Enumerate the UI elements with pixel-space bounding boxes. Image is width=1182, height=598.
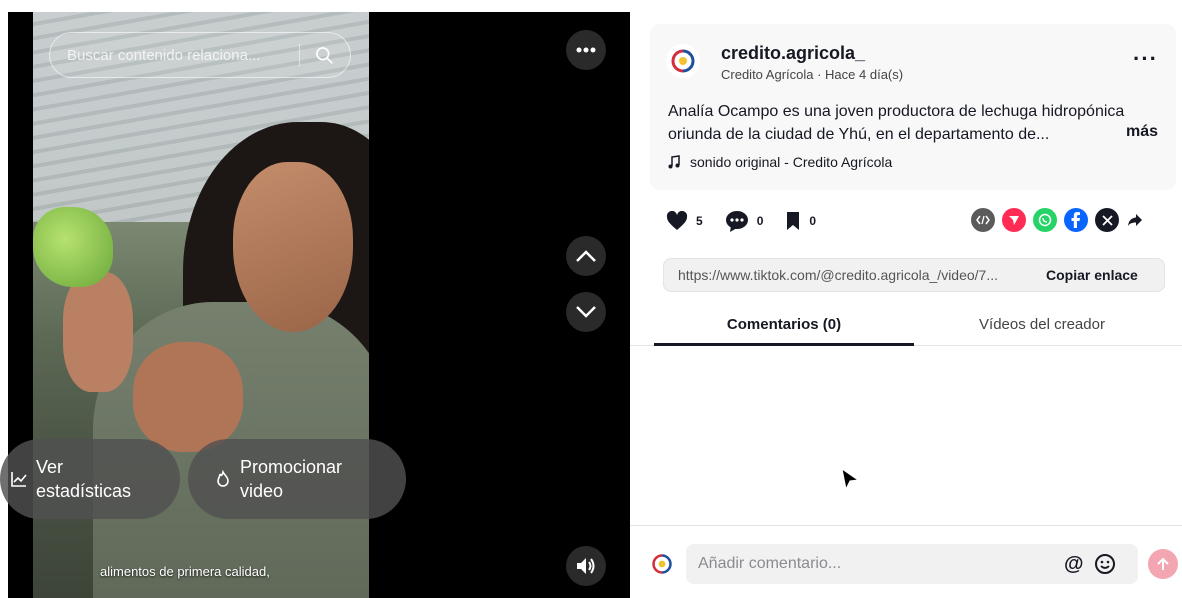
share-arrow-icon[interactable] — [1126, 208, 1144, 232]
chevron-down-icon — [576, 306, 596, 318]
post-info-card: credito.agricola_ Credito Agrícola · Hac… — [650, 24, 1176, 190]
comment-icon — [725, 211, 748, 232]
video-area: Buscar contenido relaciona... Ver estadí… — [0, 0, 630, 598]
logo-icon — [671, 49, 695, 73]
like-button[interactable]: 5 — [666, 211, 703, 231]
comment-input[interactable]: Añadir comentario... @ — [686, 544, 1138, 584]
related-search-input[interactable]: Buscar contenido relaciona... — [49, 32, 351, 78]
post-description: Analía Ocampo es una joven productora de… — [668, 103, 1125, 143]
comment-button[interactable]: 0 — [725, 210, 764, 232]
comment-composer: Añadir comentario... @ — [630, 525, 1182, 598]
tab-creator-videos[interactable]: Vídeos del creador — [912, 316, 1172, 333]
promote-video-button[interactable]: Promocionar video — [188, 439, 406, 519]
volume-button[interactable] — [566, 546, 606, 586]
user-avatar — [647, 549, 677, 579]
video-subtitle: alimentos de primera calidad, — [100, 564, 270, 579]
avatar[interactable] — [666, 44, 700, 78]
tiktok-post-view: Buscar contenido relaciona... Ver estadí… — [0, 0, 1182, 598]
tab-bar: Comentarios (0) Vídeos del creador — [630, 310, 1182, 346]
volume-icon — [577, 558, 595, 574]
post-username[interactable]: credito.agricola_ — [721, 43, 865, 64]
more-icon — [576, 47, 596, 53]
stats-label-line1: Ver — [36, 457, 64, 477]
promote-label-line1: Promocionar — [240, 457, 343, 477]
search-placeholder: Buscar contenido relaciona... — [67, 46, 261, 64]
emoji-icon[interactable] — [1094, 553, 1116, 575]
heart-icon — [666, 211, 688, 230]
mention-button[interactable]: @ — [1064, 553, 1084, 576]
action-bar: 5 0 0 — [666, 210, 838, 232]
post-subline: Credito Agrícola · Hace 4 día(s) — [721, 67, 904, 82]
send-comment-button[interactable] — [1148, 549, 1178, 579]
save-count: 0 — [809, 214, 817, 228]
comments-list — [630, 346, 1182, 526]
stats-label-line2: estadísticas — [36, 481, 132, 501]
send-icon[interactable] — [1002, 208, 1026, 232]
music-note-icon — [668, 155, 680, 169]
post-more-icon[interactable]: ··· — [1133, 46, 1158, 72]
facebook-icon[interactable] — [1064, 208, 1088, 232]
video-more-button[interactable] — [566, 30, 606, 70]
comment-placeholder: Añadir comentario... — [698, 555, 842, 572]
save-button[interactable]: 0 — [785, 211, 816, 231]
share-options — [971, 208, 1151, 232]
share-link-url[interactable]: https://www.tiktok.com/@credito.agricola… — [664, 267, 1030, 283]
search-icon[interactable] — [314, 45, 334, 65]
share-link-box: https://www.tiktok.com/@credito.agricola… — [663, 258, 1165, 292]
chart-icon — [11, 472, 27, 487]
post-details-panel: credito.agricola_ Credito Agrícola · Hac… — [630, 0, 1182, 598]
bookmark-icon — [787, 212, 800, 230]
promote-label-line2: video — [240, 481, 284, 501]
next-video-button[interactable] — [566, 292, 606, 332]
music-link[interactable]: sonido original - Credito Agrícola — [668, 154, 892, 170]
chevron-up-icon — [576, 250, 596, 262]
embed-icon[interactable] — [971, 208, 995, 232]
arrow-up-icon — [1157, 557, 1169, 570]
copy-link-button[interactable]: Copiar enlace — [1046, 267, 1138, 283]
flame-icon — [217, 470, 229, 487]
x-icon[interactable] — [1095, 208, 1119, 232]
view-stats-button[interactable]: Ver estadísticas — [0, 439, 180, 519]
whatsapp-icon[interactable] — [1033, 208, 1057, 232]
mouse-cursor-icon — [841, 468, 859, 490]
comment-count: 0 — [756, 214, 764, 228]
like-count: 5 — [696, 214, 703, 228]
previous-video-button[interactable] — [566, 236, 606, 276]
description-more-link[interactable]: más — [1126, 123, 1158, 141]
logo-icon — [652, 554, 672, 574]
tab-comments[interactable]: Comentarios (0) — [654, 316, 914, 346]
